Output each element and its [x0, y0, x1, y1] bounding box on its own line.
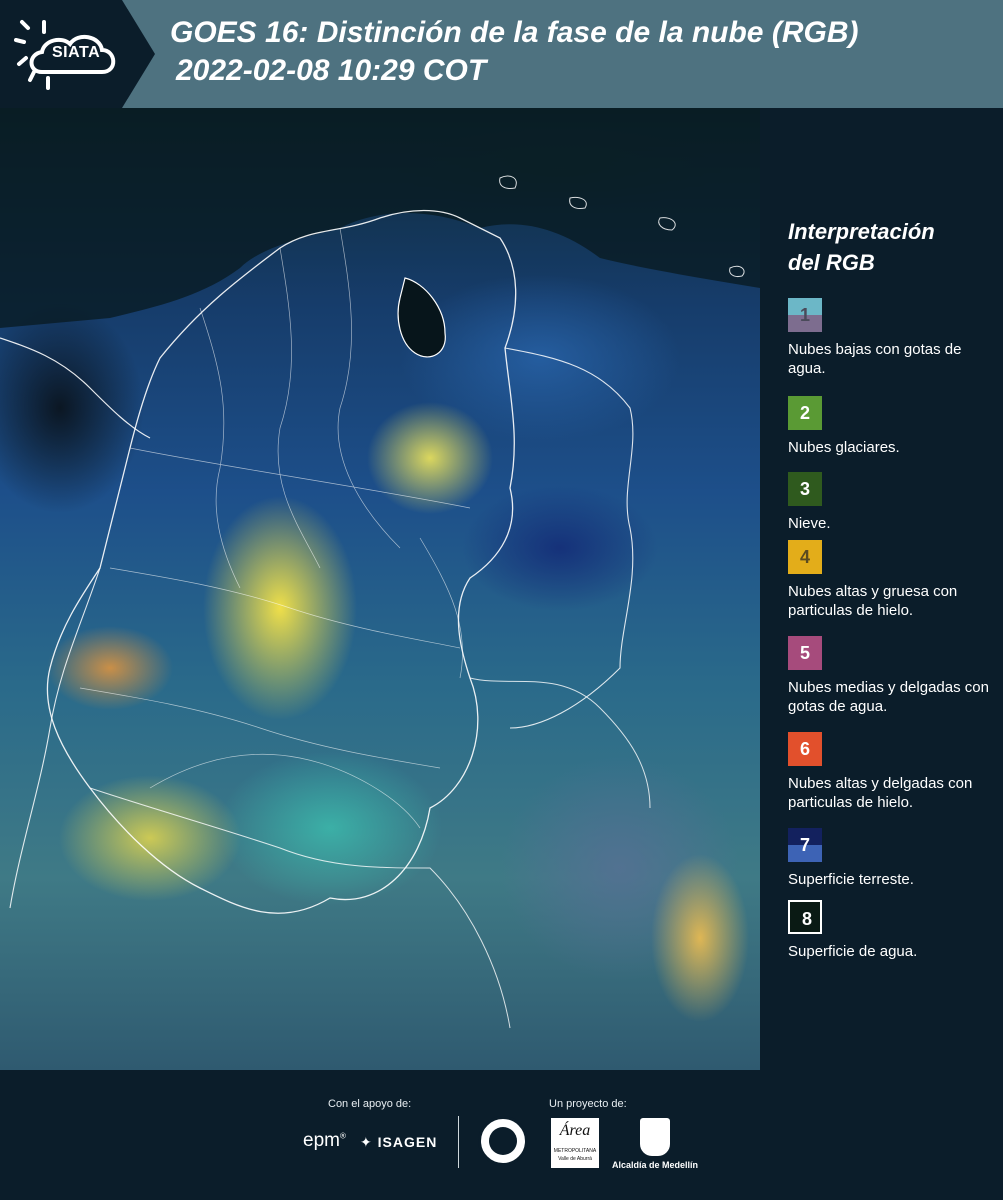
legend-label: Nieve. — [788, 515, 831, 532]
alcaldia-label: Alcaldía de Medellín — [612, 1160, 699, 1170]
legend-label: Superficie de agua. — [788, 943, 918, 960]
footer: Con el apoyo de: Un proyecto de: epm® ✦ … — [0, 1070, 1003, 1200]
seal-inner-icon — [489, 1127, 517, 1155]
footer-divider — [458, 1116, 459, 1168]
legend-item-3: 3 Nieve. — [788, 472, 1000, 533]
legend-number: 5 — [799, 643, 810, 663]
legend-panel: Interpretación del RGB 1 Nubes bajas con … — [760, 108, 1003, 1070]
project-label: Un proyecto de: — [549, 1098, 627, 1110]
alcaldia-shield-icon — [640, 1118, 670, 1156]
legend-number: 6 — [799, 739, 810, 759]
legend-number: 1 — [799, 305, 810, 325]
title-line-1: GOES 16: Distinción de la fase de la nub… — [170, 16, 859, 49]
isagen-star-icon: ✦ — [360, 1134, 373, 1150]
legend-label: Nubes altas y delgadas con particulas de… — [788, 775, 973, 811]
isagen-logo: ✦ ISAGEN — [360, 1134, 437, 1151]
logo-text: SIATA — [52, 44, 101, 61]
legend-swatch-6: 6 — [788, 732, 822, 766]
legend-item-4: 4 Nubes altas y gruesa con particulas de … — [788, 540, 1000, 620]
title-line-2: 2022-02-08 10:29 COT — [176, 54, 487, 87]
legend-title-line-1: Interpretación — [788, 219, 935, 244]
epm-logo: epm® — [303, 1130, 346, 1151]
legend-swatch-7: 7 — [788, 828, 822, 862]
legend-item-2: 2 Nubes glaciares. — [788, 396, 1000, 457]
legend-number: 3 — [799, 479, 810, 499]
satellite-map[interactable] — [0, 108, 760, 1070]
legend-number: 8 — [801, 909, 812, 929]
legend-swatch-3: 3 — [788, 472, 822, 506]
page-title: GOES 16: Distinción de la fase de la nub… — [170, 14, 1000, 90]
legend-swatch-4: 4 — [788, 540, 822, 574]
legend-label: Nubes medias y delgadas con gotas de agu… — [788, 679, 989, 715]
isagen-text: ISAGEN — [377, 1134, 438, 1150]
legend-item-8: 8 Superficie de agua. — [788, 900, 1000, 961]
legend-item-1: 1 Nubes bajas con gotas de agua. — [788, 298, 1000, 378]
legend-item-5: 5 Nubes medias y delgadas con gotas de ag… — [788, 636, 1000, 716]
legend-swatch-5: 5 — [788, 636, 822, 670]
legend-number: 7 — [799, 835, 810, 855]
legend-item-6: 6 Nubes altas y delgadas con particulas d… — [788, 732, 1000, 812]
epm-text: epm — [303, 1130, 340, 1151]
legend-label: Nubes altas y gruesa con particulas de h… — [788, 583, 958, 619]
legend-number: 4 — [799, 547, 810, 567]
area-logo-title: Área — [559, 1122, 591, 1139]
area-logo-sub2: Valle de Aburrá — [558, 1156, 592, 1162]
legend-label: Nubes glaciares. — [788, 439, 900, 456]
logo-block: SIATA — [0, 0, 155, 108]
legend-title-line-2: del RGB — [788, 250, 875, 275]
area-logo-sub: METROPOLITANA — [553, 1148, 597, 1154]
legend-item-7: 7 Superficie terreste. — [788, 828, 1000, 889]
header-bar: SIATA GOES 16: Distinción de la fase de … — [0, 0, 1003, 108]
legend-title: Interpretación del RGB — [788, 216, 998, 278]
map-borders — [0, 108, 760, 1029]
area-metropolitana-logo: Área METROPOLITANA Valle de Aburrá — [551, 1118, 599, 1168]
legend-swatch-2: 2 — [788, 396, 822, 430]
support-label: Con el apoyo de: — [328, 1098, 412, 1110]
legend-swatch-1: 1 — [788, 298, 822, 332]
legend-label: Superficie terreste. — [788, 871, 914, 888]
seal-logo-icon — [478, 1116, 528, 1166]
legend-number: 2 — [799, 403, 810, 423]
legend-label: Nubes bajas con gotas de agua. — [788, 341, 962, 377]
legend-swatch-8: 8 — [788, 900, 822, 934]
